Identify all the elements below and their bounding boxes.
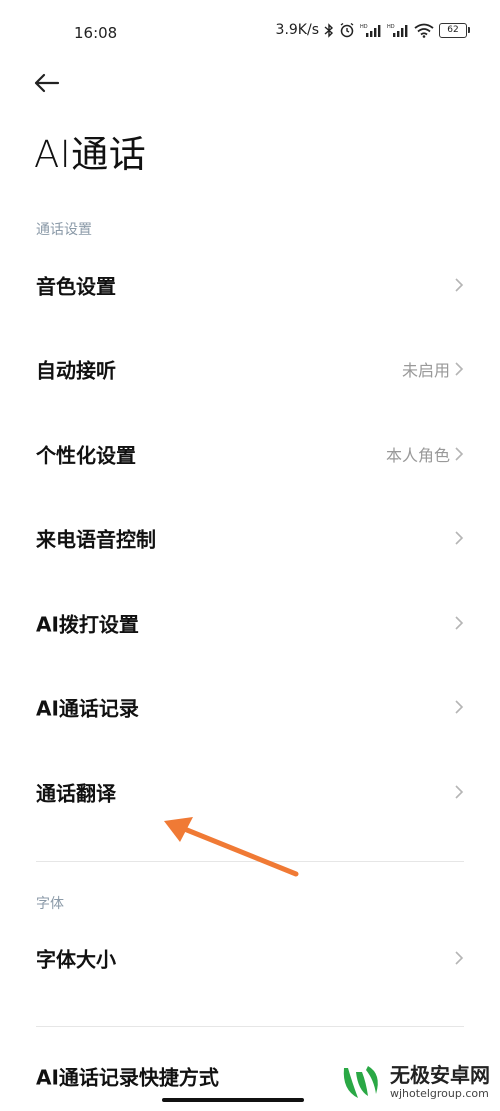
settings-item-call-translation[interactable]: 通话翻译: [0, 750, 500, 834]
status-bar: 16:08 3.9K/s HD HD 62: [0, 0, 500, 66]
chevron-right-icon: [455, 362, 464, 376]
network-speed: 3.9K/s: [275, 22, 319, 38]
settings-item-label: 自动接听: [36, 358, 116, 383]
settings-item-label: AI通话记录: [36, 696, 139, 721]
alarm-icon: [339, 22, 355, 38]
settings-item-value: 未启用: [401, 361, 450, 380]
status-icons: 3.9K/s HD HD 62: [276, 22, 470, 38]
settings-item-label: AI拨打设置: [36, 612, 139, 637]
divider: [36, 861, 464, 862]
signal-hd-label-2: HD: [387, 24, 395, 30]
settings-item-value: 本人角色: [385, 446, 450, 465]
settings-item-incoming-voice-control[interactable]: 来电语音控制: [0, 496, 500, 580]
watermark-subtitle: wjhotelgroup.com: [390, 1087, 489, 1100]
back-button[interactable]: [30, 66, 66, 102]
w-leaf-logo-icon: [343, 1066, 378, 1098]
battery-icon: 62: [439, 22, 470, 38]
chevron-right-icon: [455, 785, 464, 799]
chevron-right-icon: [455, 278, 464, 292]
section-label-font: 字体: [36, 896, 64, 912]
page-title: AI通话: [34, 133, 147, 176]
chevron-right-icon: [455, 700, 464, 714]
settings-item-label: 来电语音控制: [36, 527, 156, 552]
settings-item-font-size[interactable]: 字体大小: [0, 916, 500, 1000]
settings-item-ai-call-records[interactable]: AI通话记录: [0, 665, 500, 749]
settings-item-ai-dial[interactable]: AI拨打设置: [0, 581, 500, 665]
watermark: 无极安卓网 wjhotelgroup.com: [338, 1060, 490, 1104]
arrow-left-icon: [34, 73, 60, 93]
chevron-right-icon: [455, 531, 464, 545]
chevron-right-icon: [455, 616, 464, 630]
settings-item-label: 音色设置: [36, 274, 116, 299]
settings-item-label: 字体大小: [36, 947, 116, 972]
chevron-right-icon: [455, 951, 464, 965]
divider: [36, 1026, 464, 1027]
watermark-title: 无极安卓网: [390, 1063, 490, 1087]
home-indicator[interactable]: [162, 1098, 304, 1102]
signal-hd-label: HD: [360, 24, 368, 30]
bluetooth-icon: [324, 22, 334, 38]
settings-item-voice-tone[interactable]: 音色设置: [0, 243, 500, 327]
settings-item-label: 通话翻译: [36, 781, 116, 806]
section-label-call-settings: 通话设置: [36, 222, 92, 238]
settings-item-label: 个性化设置: [36, 443, 136, 468]
battery-level: 62: [439, 22, 467, 38]
signal-icon-sim2: HD: [387, 23, 409, 37]
settings-item-personalization[interactable]: 个性化设置 本人角色: [0, 412, 500, 496]
wifi-icon: [414, 23, 434, 38]
settings-item-label: AI通话记录快捷方式: [36, 1065, 219, 1090]
chevron-right-icon: [455, 447, 464, 461]
signal-icon-sim1: HD: [360, 23, 382, 37]
status-time: 16:08: [74, 24, 118, 42]
settings-item-auto-answer[interactable]: 自动接听 未启用: [0, 327, 500, 411]
